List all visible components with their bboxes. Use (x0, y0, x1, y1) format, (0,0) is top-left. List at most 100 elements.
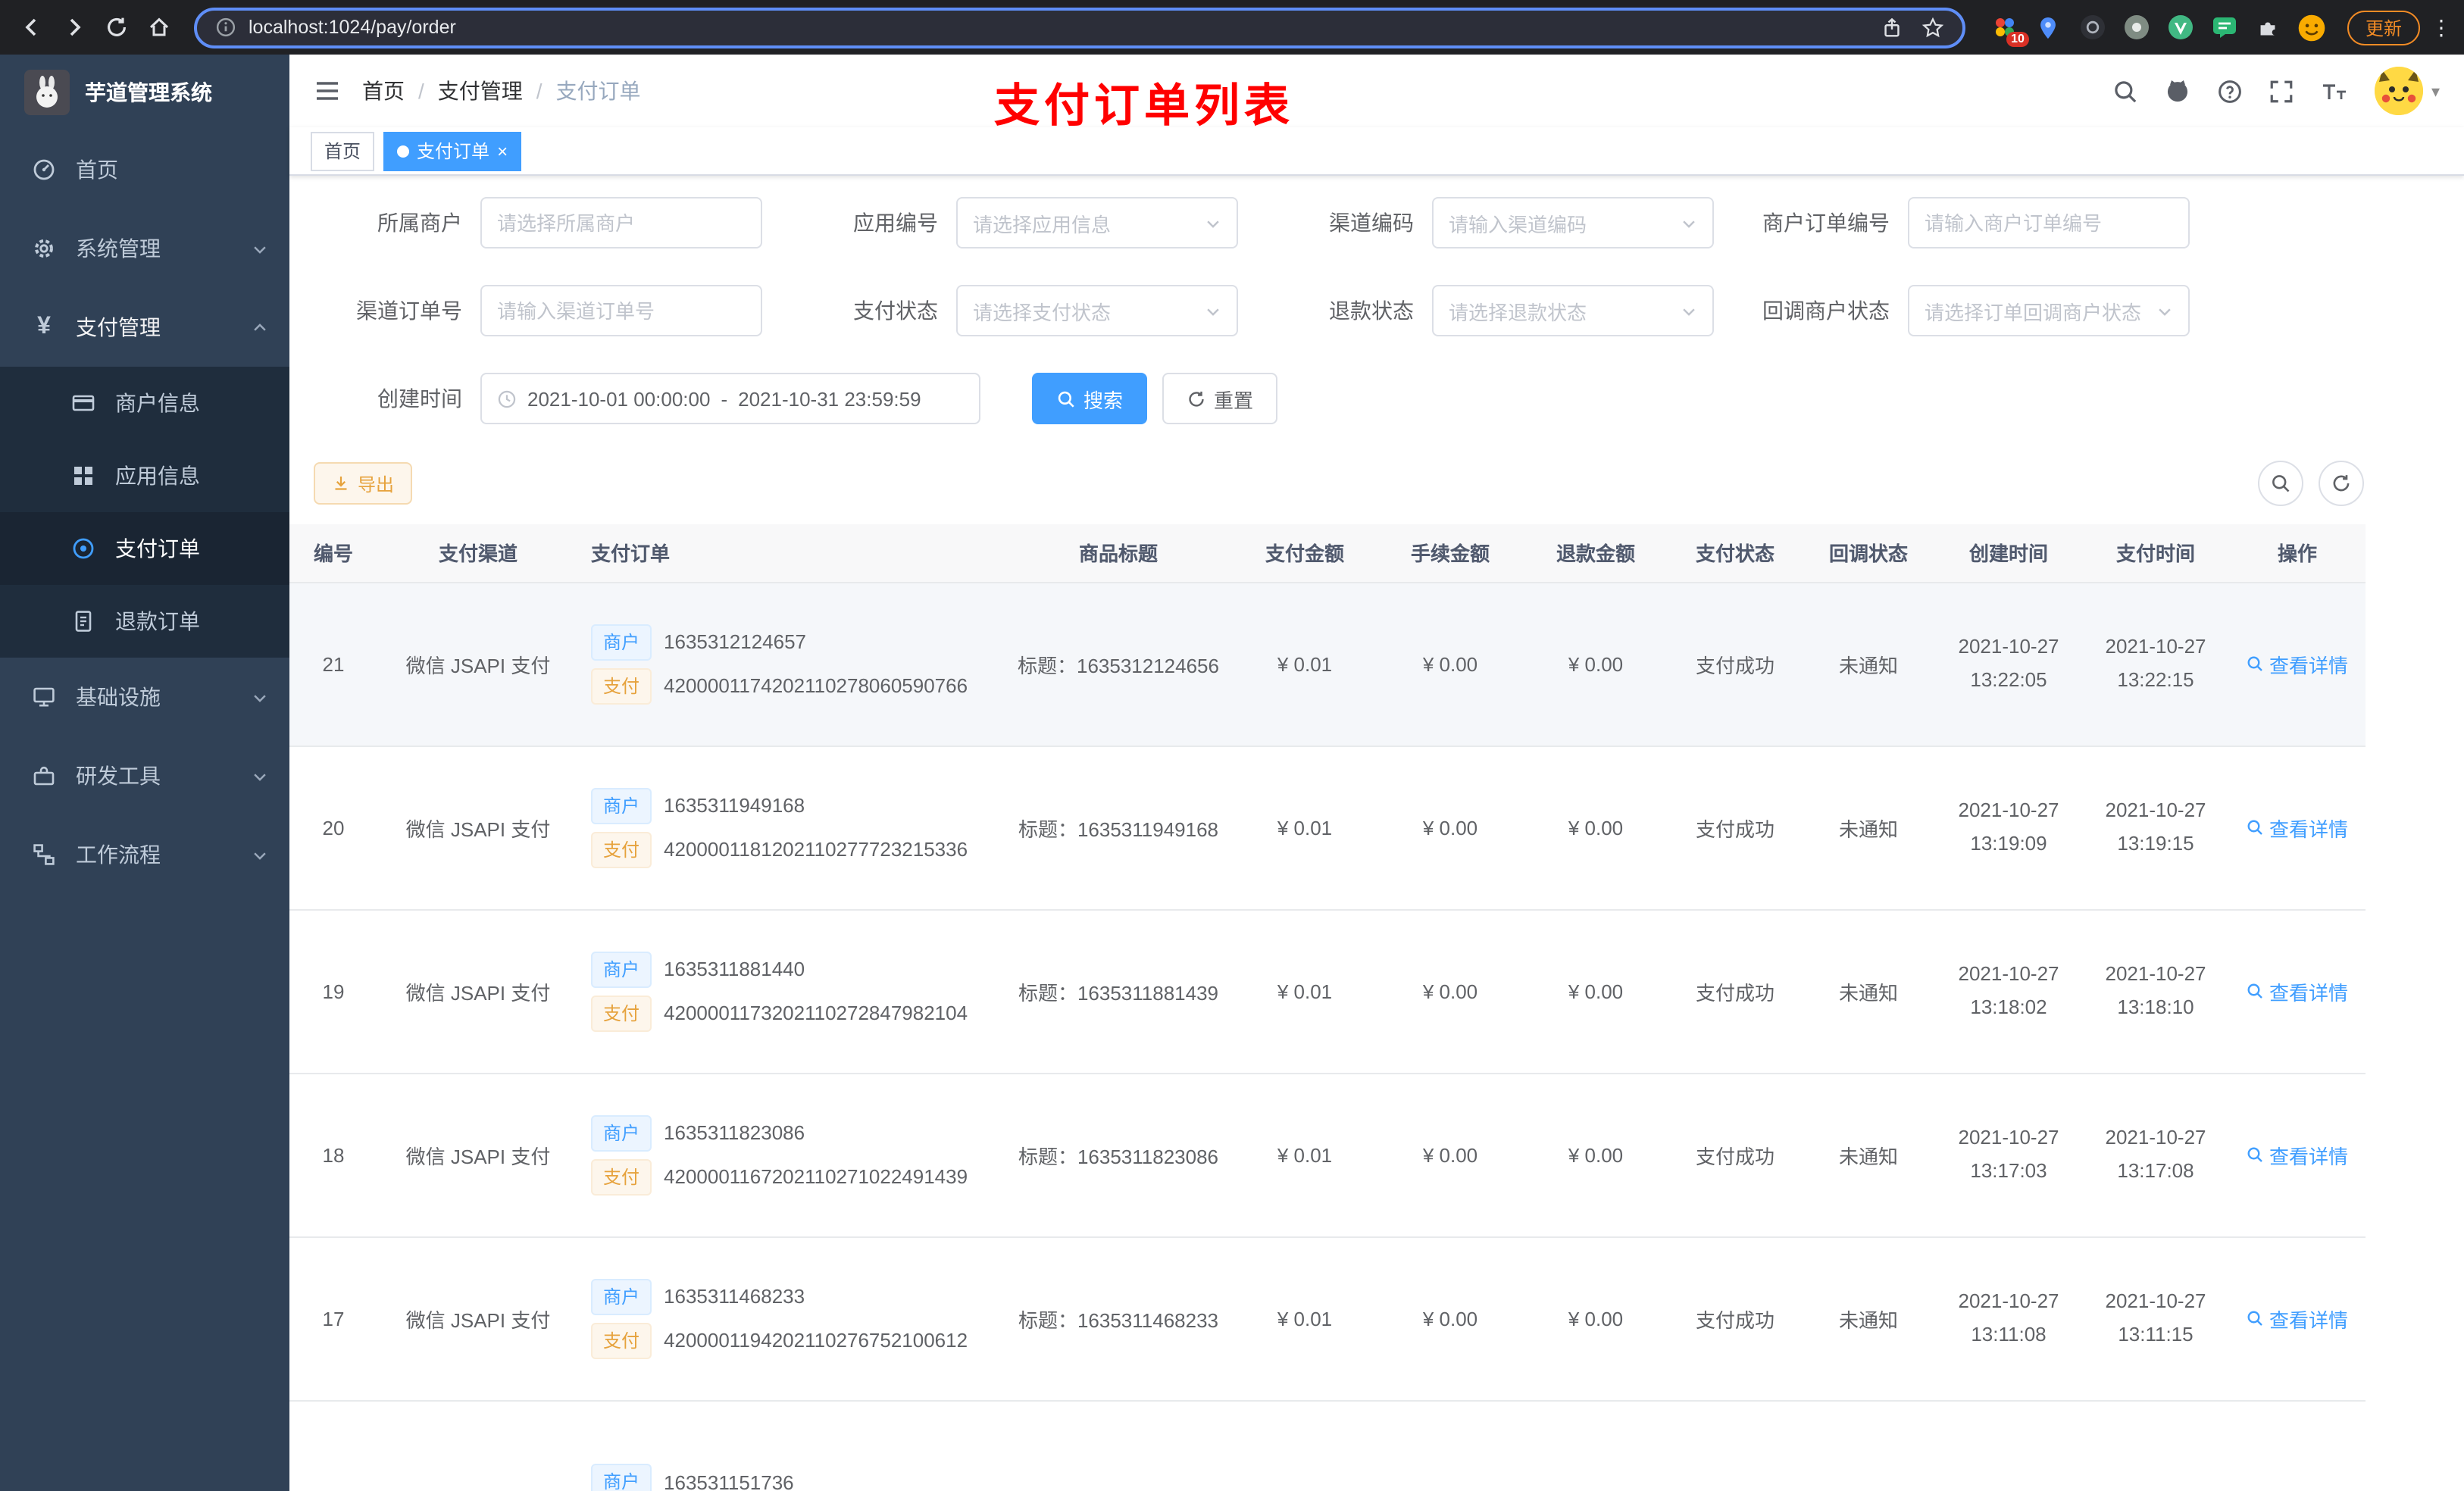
sidebar-item-refund-order[interactable]: 退款订单 (0, 585, 289, 658)
submenu-label: 商户信息 (115, 391, 200, 415)
browser-reload-button[interactable] (97, 8, 136, 47)
date-range-picker[interactable]: 2021-10-01 00:00:00 - 2021-10-31 23:59:5… (480, 373, 980, 424)
export-button[interactable]: 导出 (314, 462, 413, 505)
help-icon[interactable] (2218, 78, 2244, 104)
cell-amount: ¥ 0.01 (1232, 1073, 1377, 1237)
search-icon[interactable] (2113, 78, 2139, 104)
chevron-up-icon (252, 319, 268, 336)
notify-status-select[interactable]: 请选择订单回调商户状态 (1908, 285, 2190, 336)
pin-extension-icon[interactable] (2034, 12, 2064, 42)
pay-order-no: 4200001174202110278060590766 (664, 674, 968, 697)
user-menu[interactable]: ▾ (2375, 67, 2440, 115)
merchant-input-field[interactable] (497, 211, 746, 234)
breadcrumb-home[interactable]: 首页 (362, 76, 405, 106)
dark-app-extension-icon[interactable] (2078, 12, 2108, 42)
cell-fee: ¥ 0.00 (1377, 746, 1523, 910)
filter-create-time: 创建时间 2021-10-01 00:00:00 - 2021-10-31 23… (314, 373, 980, 424)
cell-pay-order: 商户 1635312124657 支付 4200001174202110278060… (573, 582, 1005, 746)
cell-refund: ¥ 0.00 (1523, 1236, 1668, 1401)
tab-home[interactable]: 首页 (311, 131, 375, 170)
cell-pay-order: 商户 1635311881440 支付 4200001173202110272847… (573, 909, 1005, 1074)
browser-forward-button[interactable] (55, 8, 94, 47)
refresh-table-button[interactable] (2319, 461, 2364, 506)
merchant-tag: 商户 (591, 1278, 652, 1314)
active-dot (397, 145, 410, 157)
tab-pay-order[interactable]: 支付订单 × (383, 131, 522, 170)
share-icon[interactable] (1881, 16, 1903, 39)
view-detail-link[interactable]: 查看详情 (2247, 649, 2348, 678)
browser-back-button[interactable] (12, 8, 52, 47)
toggle-search-button[interactable] (2258, 461, 2303, 506)
sidebar-item-payment[interactable]: ¥ 支付管理 (0, 288, 289, 367)
hamburger-icon[interactable] (314, 77, 341, 105)
sidebar-item-dev-tools[interactable]: 研发工具 (0, 736, 289, 815)
table-row: 18 微信 JSAPI 支付 商户 1635311823086 支付 4200001… (289, 1073, 2366, 1237)
pay-tag: 支付 (591, 831, 652, 867)
search-button[interactable]: 搜索 (1032, 373, 1148, 424)
sidebar-item-home[interactable]: 首页 (0, 130, 289, 209)
bookmark-star-icon[interactable] (1921, 16, 1944, 39)
browser-update-button[interactable]: 更新 (2347, 10, 2420, 45)
merchant-input[interactable] (480, 197, 762, 248)
refund-status-select[interactable]: 请选择退款状态 (1432, 285, 1714, 336)
app-logo[interactable]: 芋道管理系统 (0, 55, 289, 130)
breadcrumb-separator: / (536, 79, 543, 103)
address-bar[interactable]: localhost:1024/pay/order (194, 7, 1965, 48)
breadcrumb-payment[interactable]: 支付管理 (438, 76, 523, 106)
pay-status-select[interactable]: 请选择支付状态 (956, 285, 1238, 336)
filter-label: 创建时间 (377, 386, 462, 411)
fullscreen-icon[interactable] (2269, 78, 2295, 104)
app-select[interactable]: 请选择应用信息 (956, 197, 1238, 248)
channel-code-select[interactable]: 请输入渠道编码 (1432, 197, 1714, 248)
channel-order-no-input[interactable] (480, 285, 762, 336)
cell-actions: 查看详情 (2229, 746, 2366, 910)
col-fee: 手续金额 (1377, 524, 1523, 583)
cell-id (289, 1400, 383, 1491)
search-icon (2248, 656, 2263, 671)
close-icon[interactable]: × (497, 142, 508, 160)
cell-actions: 查看详情 (2229, 1073, 2366, 1237)
chevron-down-icon (252, 240, 268, 257)
sidebar-item-pay-order[interactable]: 支付订单 (0, 512, 289, 585)
channel-order-no-field[interactable] (497, 299, 746, 322)
browser-menu-icon[interactable]: ⋮ (2431, 14, 2452, 40)
view-detail-link[interactable]: 查看详情 (2247, 813, 2348, 842)
view-detail-link[interactable]: 查看详情 (2247, 1304, 2348, 1333)
sidebar-item-app-info[interactable]: 应用信息 (0, 439, 289, 512)
grid-icon (70, 464, 97, 488)
table-row: 21 微信 JSAPI 支付 商户 1635312124657 支付 4200001… (289, 582, 2366, 746)
table-header-row: 编号 支付渠道 支付订单 商品标题 支付金额 手续金额 退款金额 支付状态 回调… (289, 524, 2366, 583)
caret-down-icon: ▾ (2431, 83, 2440, 101)
sidebar-item-workflow[interactable]: 工作流程 (0, 815, 289, 894)
cell-title: 标题：1635311823086 (1005, 1073, 1232, 1237)
site-info-icon[interactable] (215, 17, 236, 38)
sidebar-item-system[interactable]: 系统管理 (0, 209, 289, 288)
gray-app-extension-icon[interactable] (2122, 12, 2152, 42)
cell-create-time: 2021-10-27 13:11:08 (1935, 1236, 2082, 1401)
merchant-order-no: 1635311823086 (664, 1121, 805, 1144)
browser-home-button[interactable] (139, 8, 179, 47)
chat-extension-icon[interactable] (2209, 12, 2240, 42)
merchant-order-no-input[interactable] (1908, 197, 2190, 248)
palette-extension-icon[interactable]: 10 (1990, 12, 2029, 47)
yen-icon: ¥ (37, 314, 51, 339)
view-detail-link[interactable]: 查看详情 (2247, 1140, 2348, 1169)
cell-notify: 未通知 (1802, 1236, 1935, 1401)
cell-actions: 查看详情 (2229, 1236, 2366, 1401)
profile-emoji-icon[interactable] (2297, 12, 2328, 42)
sidebar-item-merchant-info[interactable]: 商户信息 (0, 367, 289, 439)
sidebar-item-infrastructure[interactable]: 基础设施 (0, 658, 289, 736)
merchant-tag: 商户 (591, 1114, 652, 1151)
reset-button[interactable]: 重置 (1162, 373, 1278, 424)
menu-label: 系统管理 (76, 236, 161, 261)
menu-label: 研发工具 (76, 764, 161, 788)
cell-pay-time: 2021-10-27 13:18:10 (2082, 909, 2229, 1074)
font-size-icon[interactable] (2321, 78, 2350, 104)
github-icon[interactable] (2165, 77, 2192, 105)
merchant-order-no-field[interactable] (1925, 211, 2173, 234)
view-detail-link[interactable]: 查看详情 (2247, 977, 2348, 1005)
breadcrumb: 首页 / 支付管理 / 支付订单 (362, 76, 641, 106)
cell-pay-order: 商户 1635311949168 支付 4200001181202110277723… (573, 746, 1005, 910)
vue-devtools-extension-icon[interactable] (2165, 12, 2196, 42)
extensions-puzzle-icon[interactable] (2253, 12, 2284, 42)
